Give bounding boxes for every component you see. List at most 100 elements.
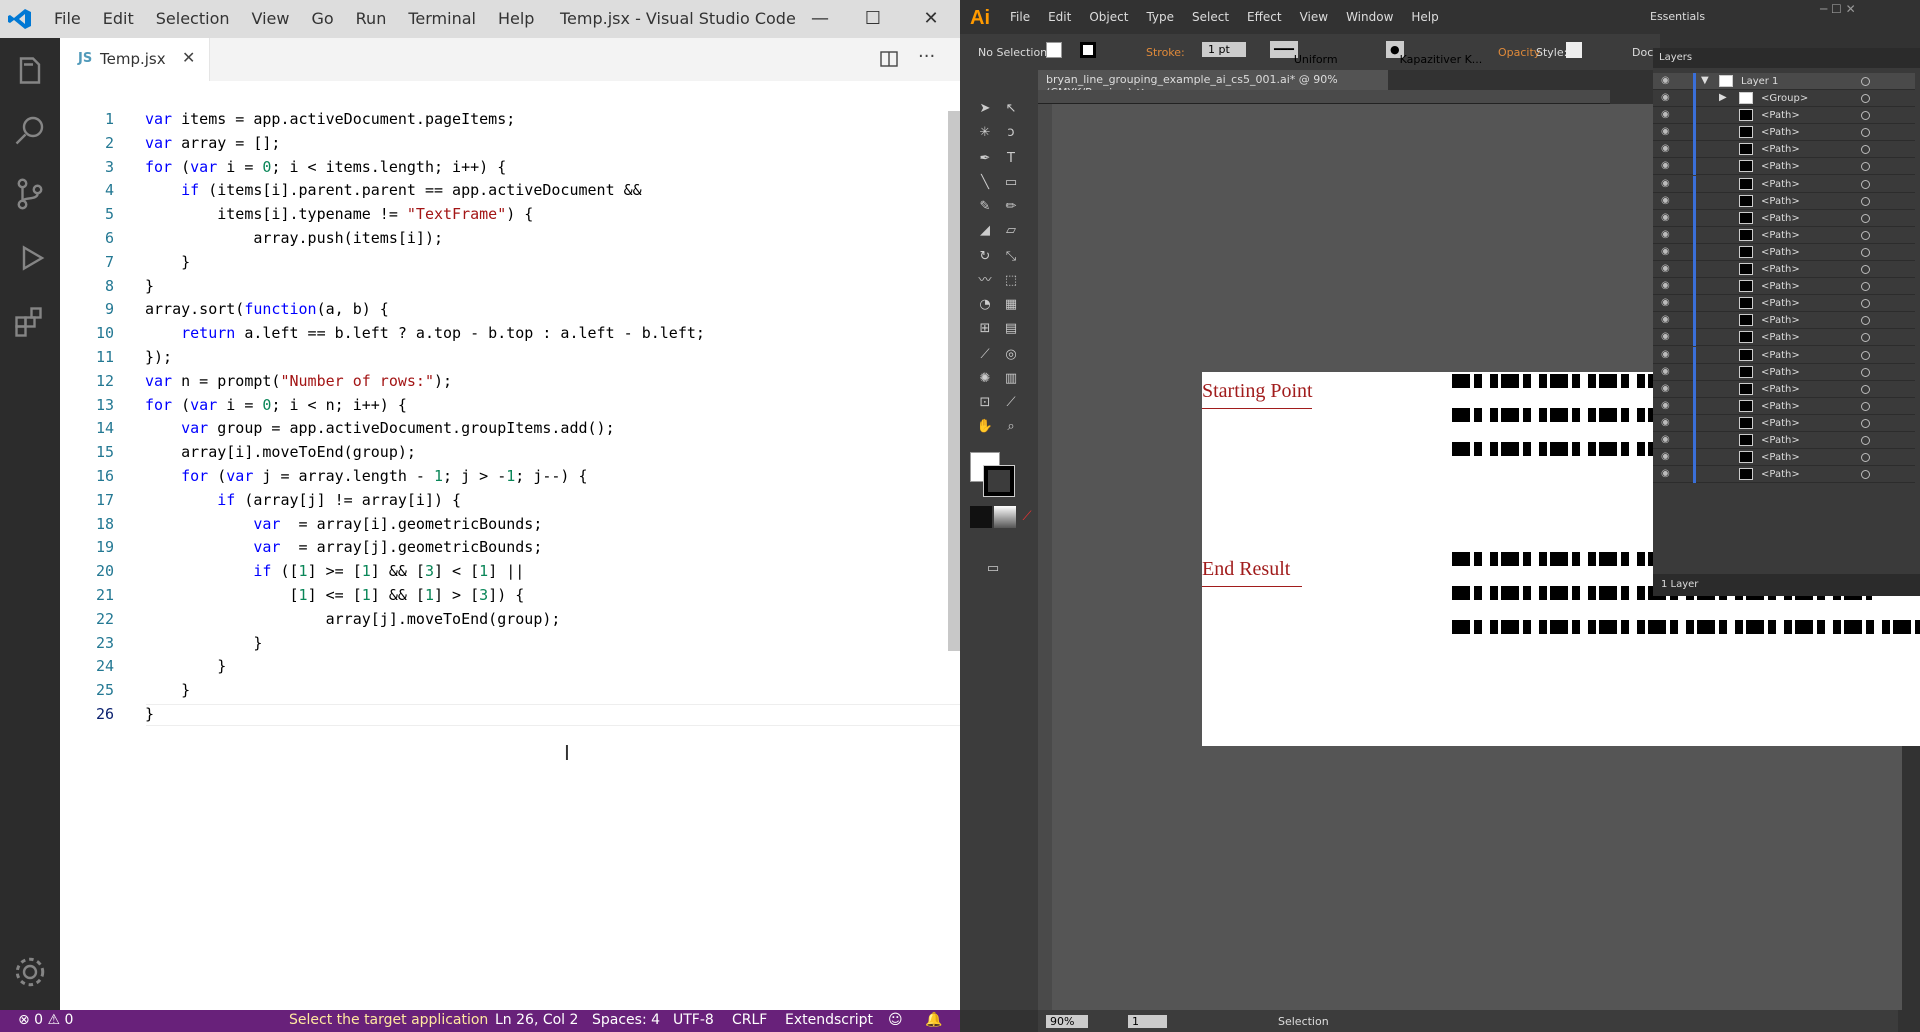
warp-tool-icon[interactable]: 〰 xyxy=(974,270,996,292)
status-message[interactable]: Select the target application xyxy=(289,1012,488,1028)
layer-item-name[interactable]: <Path> xyxy=(1761,469,1800,480)
visibility-eye-icon[interactable]: ◉ xyxy=(1661,212,1670,223)
code-line[interactable]: 3 for (var i = 0; i < items.length; i++) … xyxy=(60,156,960,180)
code-lines[interactable]: 1 var items = app.activeDocument.pageItem… xyxy=(60,108,960,727)
cursor-position[interactable]: Ln 26, Col 2 xyxy=(495,1012,578,1028)
code-line[interactable]: 7 } xyxy=(60,251,960,275)
layer-item-name[interactable]: <Path> xyxy=(1761,332,1800,343)
visibility-eye-icon[interactable]: ◉ xyxy=(1661,349,1670,360)
layer-name[interactable]: Layer 1 xyxy=(1741,76,1778,87)
line-text[interactable]: if (array[j] != array[i]) { xyxy=(145,489,461,513)
layer-row-path[interactable]: ◉ <Path> xyxy=(1653,363,1915,381)
layer-item-name[interactable]: <Path> xyxy=(1761,161,1800,172)
code-line[interactable]: 1 var items = app.activeDocument.pageItem… xyxy=(60,108,960,132)
code-line[interactable]: 4 if (items[i].parent.parent == app.acti… xyxy=(60,179,960,203)
variable-width-profile[interactable]: ━━━ Uniform xyxy=(1270,41,1338,66)
line-text[interactable]: var items = app.activeDocument.pageItems… xyxy=(145,108,515,132)
target-circle-icon[interactable] xyxy=(1861,401,1870,411)
blend-tool-icon[interactable]: ◎ xyxy=(1000,344,1022,366)
artboard-tool-icon[interactable]: ⊡ xyxy=(974,392,996,414)
layer-item-name[interactable]: <Path> xyxy=(1761,435,1800,446)
code-line[interactable]: 13 for (var i = 0; i < n; i++) { xyxy=(60,394,960,418)
visibility-eye-icon[interactable]: ◉ xyxy=(1661,143,1670,154)
layer-row-path[interactable]: ◉ <Path> xyxy=(1653,107,1915,125)
layer-item-name[interactable]: <Path> xyxy=(1761,384,1800,395)
line-tool-icon[interactable]: ╲ xyxy=(974,172,996,194)
layer-row-path[interactable]: ◉ <Path> xyxy=(1653,432,1915,449)
line-text[interactable]: var = array[j].geometricBounds; xyxy=(145,536,542,560)
layer-item-name[interactable]: <Group> xyxy=(1761,93,1808,104)
layer-row-path[interactable]: ◉ <Path> xyxy=(1653,141,1915,159)
line-text[interactable]: array.push(items[i]); xyxy=(145,227,443,251)
menu-item-run[interactable]: Run xyxy=(356,9,387,28)
line-text[interactable]: [1] <= [1] && [1] > [3]) { xyxy=(145,584,524,608)
magic-wand-tool-icon[interactable]: ✳ xyxy=(974,122,996,144)
menu-item-go[interactable]: Go xyxy=(311,9,333,28)
code-line[interactable]: 19 var = array[j].geometricBounds; xyxy=(60,536,960,560)
target-circle-icon[interactable] xyxy=(1861,436,1870,445)
visibility-eye-icon[interactable]: ◉ xyxy=(1661,383,1670,394)
scrollbar-thumb[interactable] xyxy=(948,111,960,651)
layer-item-name[interactable]: <Path> xyxy=(1761,127,1800,138)
target-circle-icon[interactable] xyxy=(1861,333,1870,343)
zoom-tool-icon[interactable]: ⌕ xyxy=(1000,416,1022,438)
code-line[interactable]: 10 return a.left == b.left ? a.top - b.t… xyxy=(60,322,960,346)
visibility-eye-icon[interactable]: ◉ xyxy=(1661,160,1670,171)
layer-row-path[interactable]: ◉ <Path> xyxy=(1653,380,1915,398)
encoding[interactable]: UTF-8 xyxy=(673,1012,714,1028)
perspective-grid-tool-icon[interactable]: ▦ xyxy=(1000,294,1022,316)
layer-item-name[interactable]: <Path> xyxy=(1761,401,1800,412)
layer-row-path[interactable]: ◉ <Path> xyxy=(1653,124,1915,142)
gradient-tool-icon[interactable]: ▤ xyxy=(1000,318,1022,340)
code-editor[interactable]: 1 var items = app.activeDocument.pageItem… xyxy=(60,81,960,1010)
line-text[interactable]: var n = prompt("Number of rows:"); xyxy=(145,370,452,394)
visibility-eye-icon[interactable]: ◉ xyxy=(1661,451,1670,462)
window-controls[interactable]: ─ ☐ ✕ xyxy=(1820,2,1856,16)
layer-row-group[interactable]: ◉ ▶ <Group> xyxy=(1653,90,1915,107)
visibility-eye-icon[interactable]: ◉ xyxy=(1661,126,1670,137)
line-text[interactable]: var = array[i].geometricBounds; xyxy=(145,513,542,537)
line-text[interactable]: return a.left == b.left ? a.top - b.top … xyxy=(145,322,705,346)
code-line[interactable]: 8} xyxy=(60,275,960,299)
visibility-eye-icon[interactable]: ◉ xyxy=(1661,109,1670,120)
code-line[interactable]: 18 var = array[i].geometricBounds; xyxy=(60,513,960,537)
explorer-icon[interactable] xyxy=(12,54,48,90)
target-circle-icon[interactable] xyxy=(1861,418,1870,428)
visibility-eye-icon[interactable]: ◉ xyxy=(1661,297,1670,308)
tab-close-icon[interactable]: ✕ xyxy=(182,48,195,67)
direct-selection-tool-icon[interactable]: ↖ xyxy=(1000,98,1022,120)
scale-tool-icon[interactable]: ⤡ xyxy=(1000,246,1022,268)
visibility-eye-icon[interactable]: ◉ xyxy=(1661,400,1670,411)
line-text[interactable]: } xyxy=(145,251,190,275)
target-circle-icon[interactable] xyxy=(1861,77,1870,86)
notifications-icon[interactable]: 🔔 xyxy=(925,1012,942,1028)
target-circle-icon[interactable] xyxy=(1861,282,1870,292)
eyedropper-tool-icon[interactable]: ⟋ xyxy=(974,344,996,366)
selection-tool-icon[interactable]: ➤ xyxy=(974,98,996,120)
code-line[interactable]: 24 } xyxy=(60,655,960,679)
code-line[interactable]: 6 array.push(items[i]); xyxy=(60,227,960,251)
target-circle-icon[interactable] xyxy=(1861,196,1870,206)
layer-item-name[interactable]: <Path> xyxy=(1761,196,1800,207)
line-text[interactable]: items[i].typename != "TextFrame") { xyxy=(145,203,533,227)
source-control-icon[interactable] xyxy=(12,176,48,212)
editor-scrollbar[interactable] xyxy=(946,111,960,651)
code-line[interactable]: 16 for (var j = array.length - 1; j > -1… xyxy=(60,465,960,489)
graphic-style-swatch[interactable] xyxy=(1566,42,1582,58)
visibility-eye-icon[interactable]: ◉ xyxy=(1661,195,1670,206)
layer-row-path[interactable]: ◉ <Path> xyxy=(1653,226,1915,244)
target-circle-icon[interactable] xyxy=(1861,111,1870,121)
ai-menu-item-object[interactable]: Object xyxy=(1089,10,1128,24)
close-icon[interactable]: ✕ xyxy=(916,6,946,32)
workspace-switcher[interactable]: Essentials xyxy=(1650,10,1705,23)
visibility-eye-icon[interactable]: ◉ xyxy=(1661,263,1670,274)
layer-item-name[interactable]: <Path> xyxy=(1761,418,1800,429)
shape-builder-tool-icon[interactable]: ◔ xyxy=(974,294,996,316)
code-line[interactable]: 23 } xyxy=(60,632,960,656)
layer-row-path[interactable]: ◉ <Path> xyxy=(1653,414,1915,432)
layer-row-path[interactable]: ◉ <Path> xyxy=(1653,261,1915,278)
opacity-label[interactable]: Opacity xyxy=(1498,46,1540,59)
line-text[interactable]: array[j].moveToEnd(group); xyxy=(145,608,561,632)
gradient-mode-icon[interactable] xyxy=(994,506,1016,528)
layer-row-path[interactable]: ◉ <Path> xyxy=(1653,278,1915,296)
